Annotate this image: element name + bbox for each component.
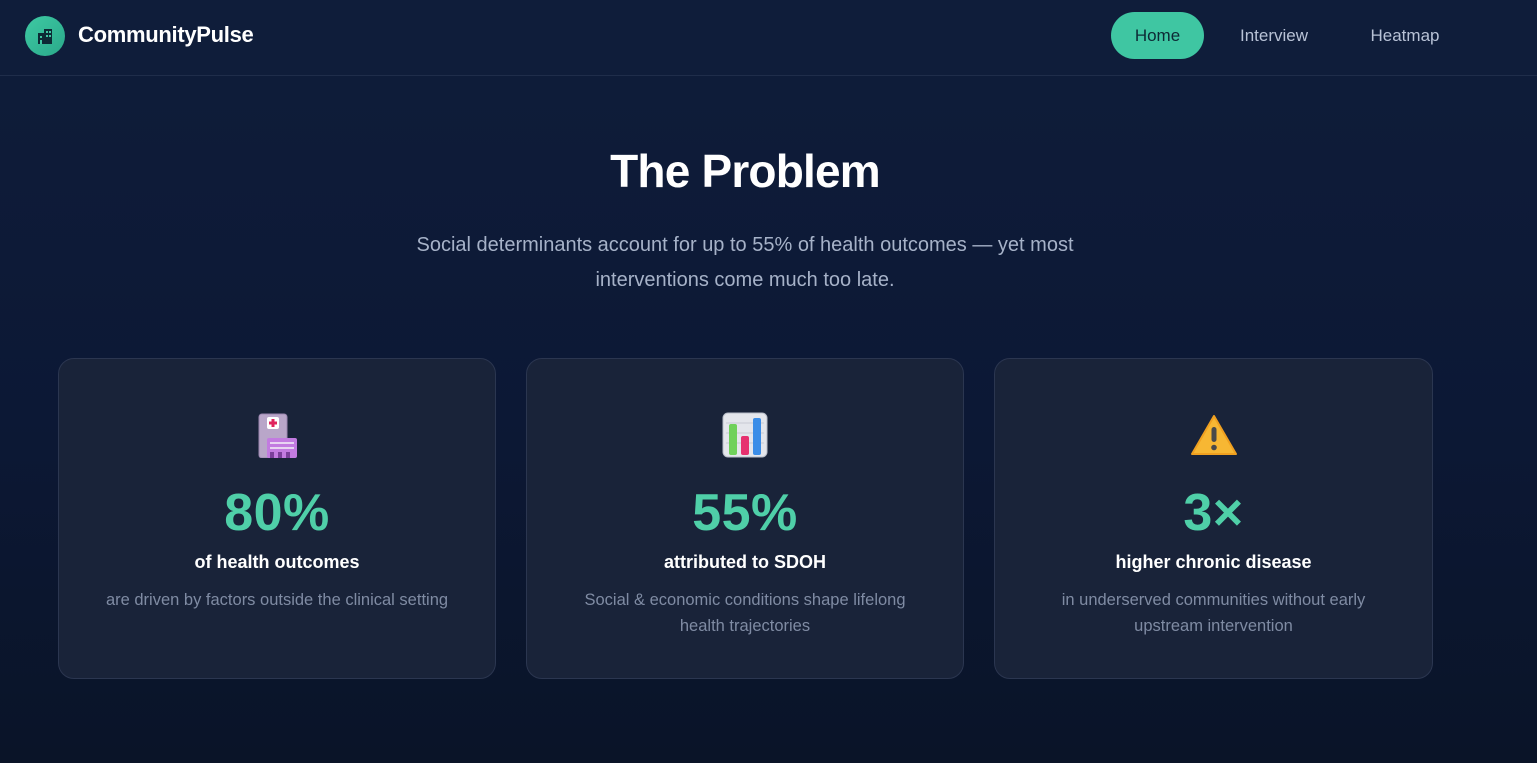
stat-value: 80% [224, 484, 330, 542]
stat-value: 3× [1183, 484, 1244, 542]
stat-description: Social & economic conditions shape lifel… [584, 591, 906, 635]
card-icon-wrapper [527, 411, 963, 459]
stat-value: 55% [692, 484, 798, 542]
stat-card-chronic-disease: 3× higher chronic disease in underserved… [994, 358, 1433, 679]
stat-card-health-outcomes: 80% of health outcomes are driven by fac… [58, 358, 496, 679]
nav-heatmap[interactable]: Heatmap [1356, 12, 1454, 59]
logo-badge[interactable] [25, 16, 65, 56]
nav-home[interactable]: Home [1111, 12, 1204, 59]
card-icon-wrapper [59, 411, 495, 459]
stat-description: are driven by factors outside the clinic… [105, 591, 449, 609]
top-navbar: CommunityPulse Home Interview Heatmap [0, 0, 1537, 76]
bar-chart-icon [722, 412, 768, 458]
card-icon-wrapper [995, 411, 1432, 459]
brand-name[interactable]: CommunityPulse [78, 22, 254, 48]
nav-interview[interactable]: Interview [1226, 12, 1322, 59]
building-icon [38, 29, 52, 44]
stat-description: in underserved communities without early… [1061, 591, 1366, 635]
stat-heading: of health outcomes [194, 552, 360, 572]
section-title: The Problem [610, 145, 881, 197]
stat-heading: attributed to SDOH [664, 552, 826, 572]
hospital-icon [258, 413, 297, 458]
section-subtitle: Social determinants account for up to 55… [416, 234, 1074, 291]
stat-card-sdoh: 55% attributed to SDOH Social & economic… [526, 358, 964, 679]
warning-icon [1190, 415, 1237, 455]
stat-heading: higher chronic disease [1115, 552, 1312, 572]
